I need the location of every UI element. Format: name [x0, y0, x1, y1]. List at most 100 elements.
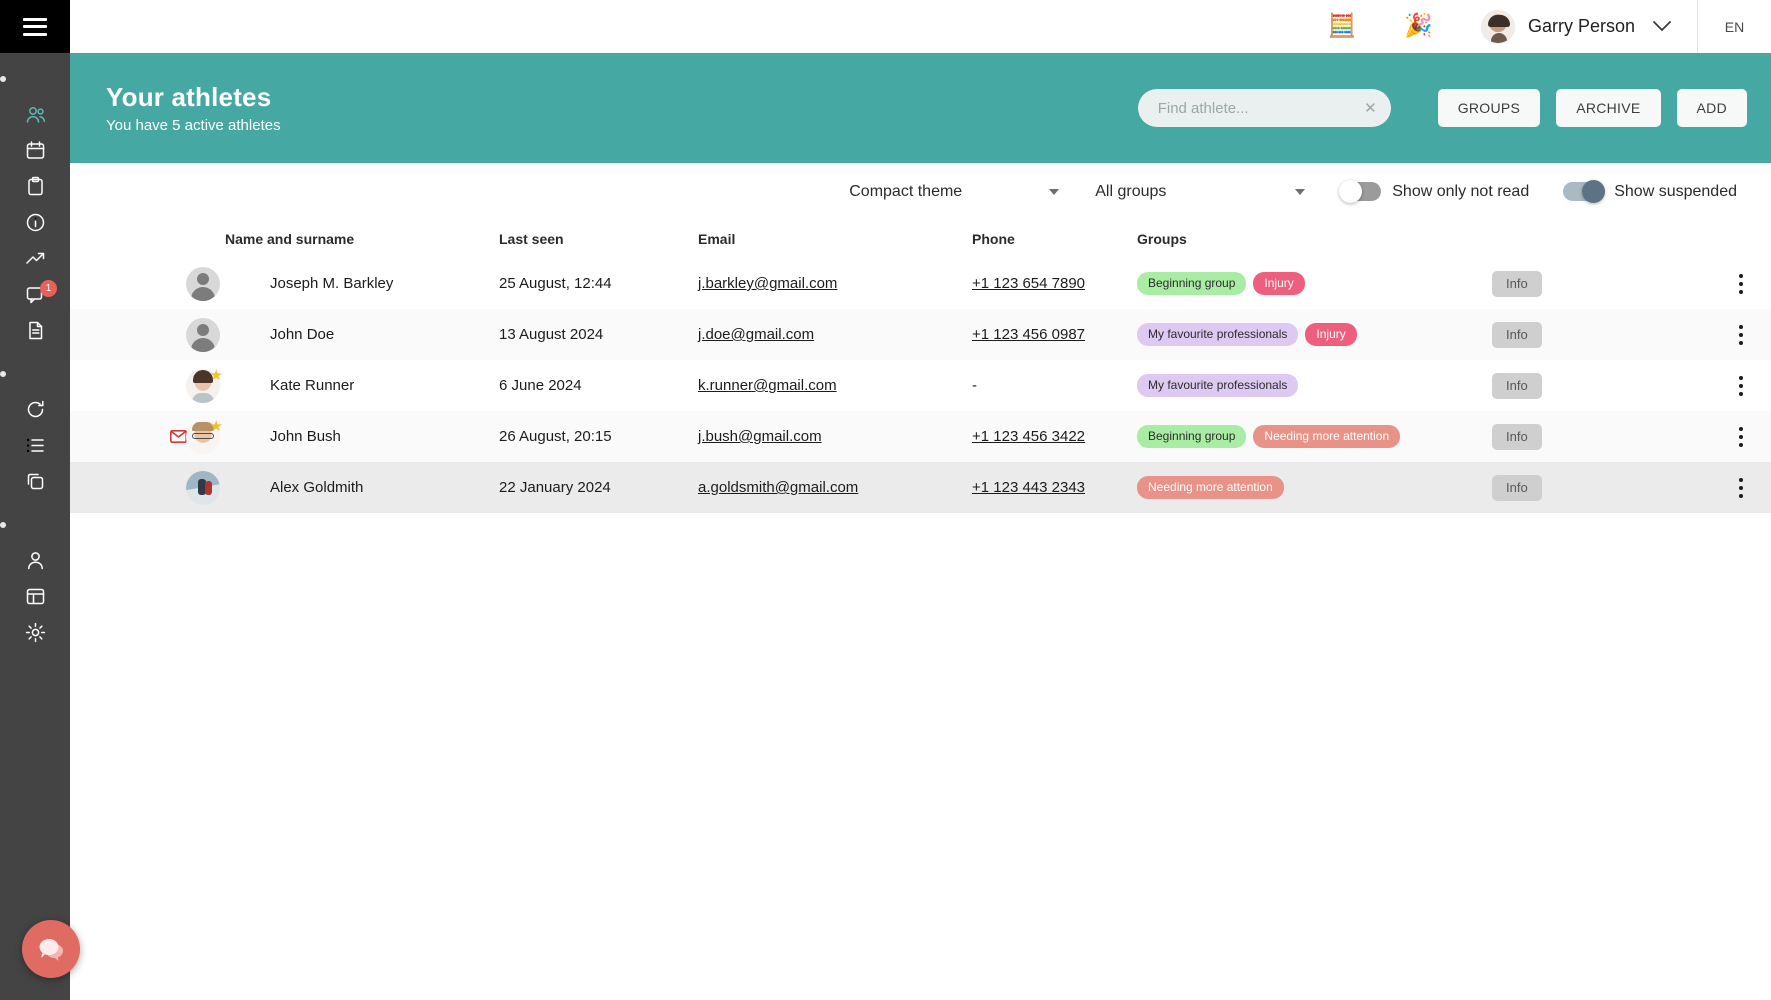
phone-cell: +1 123 654 7890	[972, 275, 1137, 292]
table-row[interactable]: Alex Goldmith22 January 2024a.goldsmith@…	[70, 462, 1771, 513]
sidebar-badge: 1	[40, 280, 57, 297]
sidebar-item-messages[interactable]: 1	[0, 276, 70, 312]
info-cell: Info	[1492, 373, 1742, 399]
page-subtitle: You have 5 active athletes	[106, 117, 281, 134]
last-seen-value: 25 August, 12:44	[499, 275, 698, 292]
athletes-table: Name and surname Last seen Email Phone G…	[70, 220, 1771, 513]
info-cell: Info	[1492, 475, 1742, 501]
sidebar-item-profile[interactable]	[0, 542, 70, 578]
top-header-bar: 🧮 🎉 Garry Person EN	[70, 0, 1771, 53]
list-icon	[25, 435, 46, 456]
sidebar-item-info[interactable]	[0, 204, 70, 240]
sidebar-group-dot	[0, 522, 6, 528]
phone-link[interactable]: +1 123 456 0987	[972, 326, 1085, 343]
phone-cell: +1 123 443 2343	[972, 479, 1137, 496]
toggle-knob	[1339, 180, 1362, 203]
sidebar-item-documents[interactable]	[0, 312, 70, 348]
sidebar-item-athletes[interactable]	[0, 96, 70, 132]
sidebar-item-calendar[interactable]	[0, 132, 70, 168]
info-button[interactable]: Info	[1492, 424, 1542, 450]
info-button[interactable]: Info	[1492, 271, 1542, 297]
athlete-avatar	[186, 267, 220, 301]
table-row[interactable]: John Doe13 August 2024j.doe@gmail.com +1 …	[70, 309, 1771, 360]
hamburger-menu-button[interactable]	[0, 0, 70, 53]
chat-support-fab[interactable]	[22, 920, 80, 978]
sidebar-item-sync[interactable]	[0, 391, 70, 427]
search-box[interactable]: ✕	[1138, 89, 1391, 127]
email-link[interactable]: j.bush@gmail.com	[698, 428, 822, 445]
table-row[interactable]: ★Kate Runner6 June 2024k.runner@gmail.co…	[70, 360, 1771, 411]
info-cell: Info	[1492, 271, 1742, 297]
group-badge[interactable]: Needing more attention	[1253, 425, 1400, 448]
sidebar-item-list[interactable]	[0, 427, 70, 463]
group-badge[interactable]: My favourite professionals	[1137, 323, 1298, 346]
show-suspended-toggle[interactable]: Show suspended	[1563, 182, 1737, 201]
sidebar-icon-list: 1	[0, 53, 70, 650]
info-button[interactable]: Info	[1492, 475, 1542, 501]
column-header-email: Email	[698, 231, 972, 247]
calculator-icon[interactable]: 🧮	[1328, 15, 1357, 38]
layout-icon	[25, 586, 46, 607]
sidebar-item-statistics[interactable]	[0, 240, 70, 276]
athlete-name: John Bush	[270, 428, 499, 445]
column-header-name: Name and surname	[225, 231, 499, 247]
table-row[interactable]: Joseph M. Barkley25 August, 12:44j.barkl…	[70, 258, 1771, 309]
last-seen-value: 22 January 2024	[499, 479, 698, 496]
phone-link[interactable]: +1 123 443 2343	[972, 479, 1085, 496]
last-seen-value: 13 August 2024	[499, 326, 698, 343]
row-menu-button[interactable]	[1735, 423, 1747, 451]
language-switcher[interactable]: EN	[1698, 19, 1771, 35]
info-circle-icon	[25, 212, 46, 233]
last-seen-value: 26 August, 20:15	[499, 428, 698, 445]
info-button[interactable]: Info	[1492, 322, 1542, 348]
group-badge[interactable]: Injury	[1305, 323, 1356, 346]
group-badge[interactable]: Beginning group	[1137, 425, 1246, 448]
phone-link[interactable]: +1 123 654 7890	[972, 275, 1085, 292]
theme-select[interactable]: Compact theme	[849, 183, 1059, 201]
calendar-icon	[25, 140, 46, 161]
search-input[interactable]	[1158, 100, 1364, 117]
party-popper-icon[interactable]: 🎉	[1404, 15, 1433, 38]
add-button[interactable]: ADD	[1677, 89, 1747, 127]
sidebar-item-templates[interactable]	[0, 463, 70, 499]
group-badge[interactable]: Beginning group	[1137, 272, 1246, 295]
athlete-name: John Doe	[270, 326, 499, 343]
toggle-track	[1341, 182, 1381, 201]
avatar	[1481, 10, 1515, 44]
sidebar-item-settings[interactable]	[0, 614, 70, 650]
user-menu[interactable]: Garry Person	[1481, 10, 1671, 44]
groups-cell: My favourite professionals Injury	[1137, 323, 1492, 346]
sidebar-item-layout[interactable]	[0, 578, 70, 614]
groups-button[interactable]: GROUPS	[1438, 89, 1540, 127]
trending-up-icon	[25, 248, 46, 269]
email-link[interactable]: a.goldsmith@gmail.com	[698, 479, 858, 496]
email-link[interactable]: j.doe@gmail.com	[698, 326, 814, 343]
athlete-name: Alex Goldmith	[270, 479, 499, 496]
info-cell: Info	[1492, 424, 1742, 450]
phone-link[interactable]: +1 123 456 3422	[972, 428, 1085, 445]
refresh-icon	[25, 399, 46, 420]
row-menu-button[interactable]	[1735, 321, 1747, 349]
row-menu-button[interactable]	[1735, 270, 1747, 298]
page-title: Your athletes	[106, 82, 281, 113]
chevron-down-icon	[1049, 189, 1059, 195]
row-menu-button[interactable]	[1735, 474, 1747, 502]
group-badge[interactable]: My favourite professionals	[1137, 374, 1298, 397]
archive-button[interactable]: ARCHIVE	[1556, 89, 1660, 127]
groups-select[interactable]: All groups	[1095, 183, 1305, 201]
favourite-star-icon: ★	[210, 368, 223, 383]
group-badge[interactable]: Needing more attention	[1137, 476, 1284, 499]
row-menu-button[interactable]	[1735, 372, 1747, 400]
table-row[interactable]: ★John Bush26 August, 20:15j.bush@gmail.c…	[70, 411, 1771, 462]
info-button[interactable]: Info	[1492, 373, 1542, 399]
email-cell: j.barkley@gmail.com	[698, 275, 972, 292]
groups-cell: My favourite professionals	[1137, 374, 1492, 397]
email-cell: j.bush@gmail.com	[698, 428, 972, 445]
clear-search-icon[interactable]: ✕	[1364, 99, 1377, 117]
group-badge[interactable]: Injury	[1253, 272, 1304, 295]
sidebar-item-plans[interactable]	[0, 168, 70, 204]
email-link[interactable]: j.barkley@gmail.com	[698, 275, 837, 292]
show-only-not-read-toggle[interactable]: Show only not read	[1341, 182, 1529, 201]
page-header: Your athletes You have 5 active athletes…	[70, 53, 1771, 163]
email-link[interactable]: k.runner@gmail.com	[698, 377, 837, 394]
